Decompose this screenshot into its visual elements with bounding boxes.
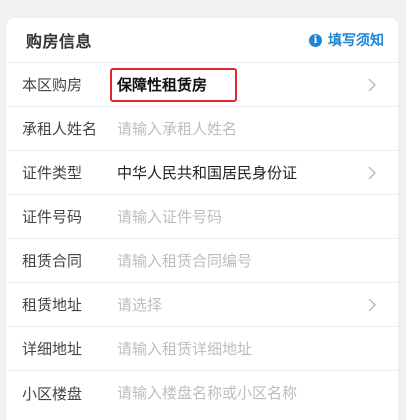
section-title: 购房信息 [26,32,93,51]
field-label: 租赁地址 [22,296,83,314]
fill-notice-link[interactable]: i 填写须知 [309,30,384,50]
chevron-right-icon [366,164,378,182]
field-label: 详细地址 [22,340,83,358]
field-label: 本区购房 [22,76,83,94]
row-lease-address[interactable]: 租赁地址 请选择 [6,283,398,327]
local-purchase-select[interactable]: 保障性租赁房 [117,74,366,95]
fill-notice-label: 填写须知 [328,33,384,49]
chevron-right-icon [366,296,378,314]
row-id-type[interactable]: 证件类型 中华人民共和国居民身份证 [6,151,398,195]
chevron-right-icon [366,76,378,94]
detail-address-input[interactable] [117,339,378,358]
info-icon: i [309,33,322,47]
row-local-purchase[interactable]: 本区购房 保障性租赁房 [6,63,398,107]
id-number-input[interactable] [117,207,378,226]
field-label: 证件号码 [22,208,83,226]
housing-info-card: 购房信息 i 填写须知 本区购房 保障性租赁房 承租人姓名 证件类型 中华人民共… [6,18,398,420]
lease-address-select[interactable]: 请选择 [117,294,366,315]
row-tenant-name: 承租人姓名 [6,107,398,151]
row-estate: 小区楼盘 [6,371,398,415]
field-label: 租赁合同 [22,252,83,270]
field-label: 承租人姓名 [22,120,98,138]
field-label: 小区楼盘 [22,384,83,403]
tenant-name-input[interactable] [117,119,378,138]
row-lease-contract: 租赁合同 [6,239,398,283]
row-detail-address: 详细地址 [6,327,398,371]
estate-input[interactable] [117,384,378,402]
id-type-select[interactable]: 中华人民共和国居民身份证 [117,162,366,183]
card-header: 购房信息 i 填写须知 [6,18,398,63]
lease-contract-input[interactable] [117,251,378,270]
field-label: 证件类型 [22,164,83,182]
row-id-number: 证件号码 [6,195,398,239]
